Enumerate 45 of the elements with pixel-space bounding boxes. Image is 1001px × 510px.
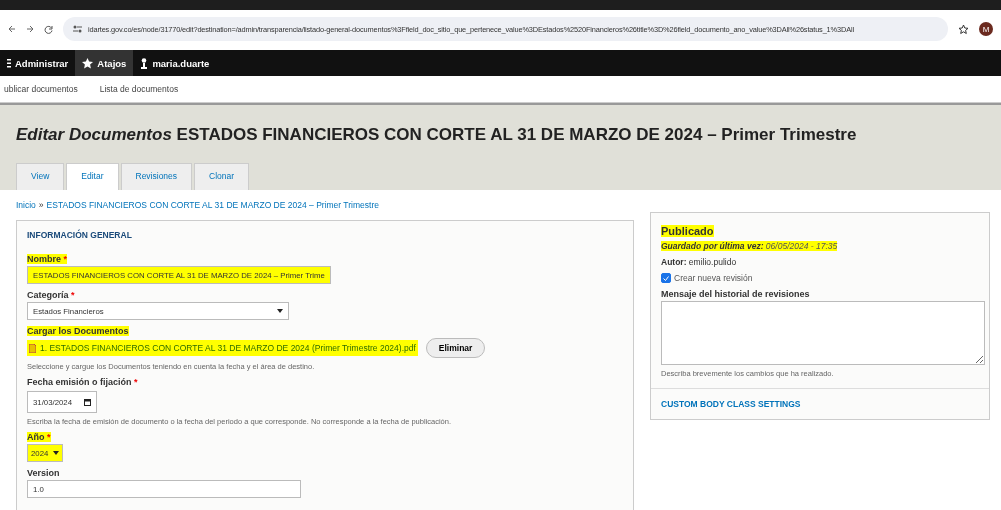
section-title: INFORMACIÓN GENERAL bbox=[27, 230, 133, 240]
page-title: Editar Documentos ESTADOS FINANCIEROS CON CORTE AL 31 DE MARZO DE 2024 – Primer Trimestre bbox=[16, 125, 858, 145]
text-area[interactable] bbox=[661, 301, 985, 365]
shortcut-link[interactable]: Lista de documentos bbox=[99, 84, 179, 94]
field-label: Cargar los Documentos bbox=[27, 326, 129, 336]
field-label: Nombre * bbox=[27, 254, 68, 264]
caret-icon bbox=[53, 451, 59, 455]
tab[interactable]: Revisiones bbox=[120, 163, 193, 190]
bookmark-star-icon bbox=[958, 23, 969, 35]
field-label: Año * bbox=[27, 432, 51, 442]
breadcrumb-separator: » bbox=[38, 200, 44, 210]
field-label: Version bbox=[27, 468, 61, 478]
section-link[interactable]: CUSTOM BODY CLASS SETTINGS bbox=[651, 389, 989, 419]
field-label: Categoría * bbox=[27, 290, 76, 300]
remove-button[interactable]: Eliminar bbox=[425, 338, 486, 358]
caret-icon bbox=[277, 309, 283, 313]
check-icon bbox=[663, 275, 669, 281]
status-text: Publicado bbox=[661, 225, 714, 237]
breadcrumb-link[interactable]: Inicio bbox=[16, 200, 36, 210]
field-label: Mensaje del historial de revisiones bbox=[661, 289, 811, 299]
address-bar[interactable] bbox=[63, 17, 948, 41]
breadcrumb-link[interactable]: ESTADOS FINANCIEROS CON CORTE AL 31 DE MARZO DE 2024 – Primer Trimestre bbox=[46, 200, 379, 210]
avatar[interactable]: M bbox=[979, 22, 993, 36]
author-text: Autor: emilio.pulido bbox=[661, 257, 738, 267]
tab[interactable]: Editar bbox=[66, 163, 119, 190]
tab[interactable]: Clonar bbox=[194, 163, 250, 190]
tab[interactable]: View bbox=[16, 163, 65, 190]
toolbar-item[interactable]: Administrar bbox=[0, 50, 76, 76]
pdf-file-icon bbox=[29, 343, 36, 353]
star-icon bbox=[82, 57, 94, 69]
file-link[interactable]: 1. ESTADOS FINANCIEROS CON CORTE AL 31 DE MARZO DE 2024 (Primer Trimestre 2024).pdf bbox=[27, 340, 418, 356]
user-icon bbox=[140, 57, 149, 69]
checkbox-label[interactable]: Crear nueva revisión bbox=[674, 273, 753, 283]
reload-icon bbox=[44, 24, 53, 34]
site-settings-icon bbox=[73, 25, 82, 33]
saved-date-text: Guardado por última vez: 06/05/2024 - 17:35 bbox=[661, 241, 838, 251]
back-icon bbox=[8, 25, 16, 33]
field-label: Fecha emisión o fijación * bbox=[27, 377, 139, 387]
toolbar-item[interactable]: Atajos bbox=[75, 50, 134, 76]
checkbox[interactable] bbox=[661, 273, 671, 283]
forward-icon bbox=[26, 25, 34, 33]
shortcut-link[interactable]: ublicar documentos bbox=[4, 84, 78, 94]
toolbar-item[interactable]: maria.duarte bbox=[133, 50, 217, 76]
calendar-icon bbox=[84, 398, 91, 406]
menu-icon bbox=[7, 58, 11, 68]
